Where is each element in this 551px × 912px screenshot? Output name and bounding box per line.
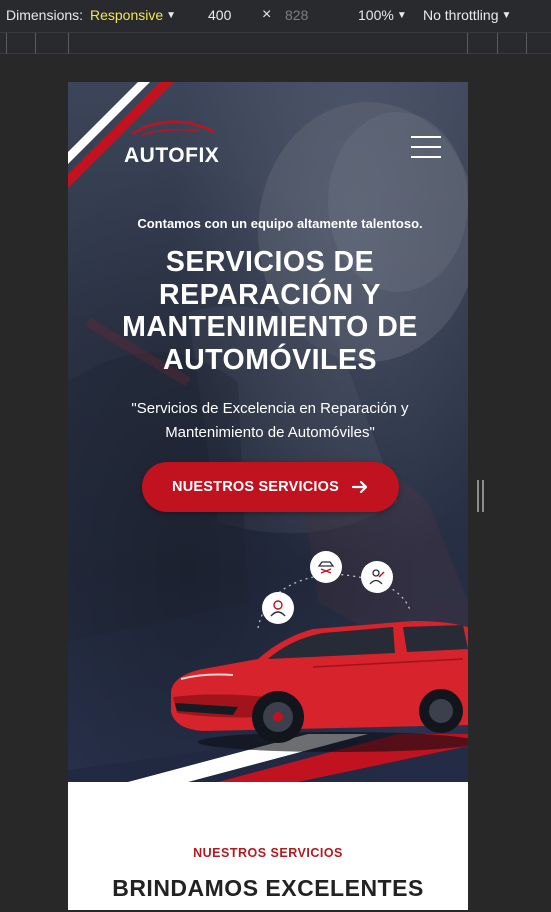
site-logo[interactable]: AUTOFIX — [122, 118, 232, 167]
height-input[interactable]: 828 — [285, 7, 308, 23]
hero-title: SERVICIOS DE REPARACIÓN Y MANTENIMIENTO … — [88, 246, 452, 376]
hero-subtitle: "Servicios de Excelencia en Reparación y… — [88, 397, 452, 445]
hero-title-line: MANTENIMIENTO DE — [122, 311, 418, 343]
red-suv-image — [171, 621, 468, 752]
services-eyebrow: NUESTROS SERVICIOS — [193, 846, 343, 860]
hero-section: AUTOFIX Contamos con un equipo altamente… — [68, 82, 468, 782]
services-section: NUESTROS SERVICIOS BRINDAMOS EXCELENTES — [68, 782, 468, 910]
media-query-ruler[interactable] — [0, 32, 551, 54]
viewport-resize-handle[interactable] — [477, 480, 484, 512]
hero-subtitle-line: Mantenimiento de Automóviles" — [165, 424, 375, 441]
devtools-device-toolbar: Dimensions: Responsive ▼ 400 × 828 100% ▼ … — [0, 0, 551, 32]
dimensions-value: Responsive — [90, 7, 164, 23]
dimensions-dropdown[interactable]: Responsive ▼ — [90, 7, 176, 23]
services-title: BRINDAMOS EXCELENTES — [112, 875, 424, 901]
throttling-dropdown[interactable]: No throttling ▼ — [423, 7, 511, 23]
hamburger-menu-icon[interactable] — [411, 136, 441, 158]
ruler-tick — [6, 33, 7, 54]
ruler-tick — [467, 33, 468, 54]
zoom-value: 100% — [358, 7, 394, 23]
hero-subtitle-line: "Servicios de Excelencia en Reparación y — [131, 400, 409, 417]
throttling-value: No throttling — [423, 7, 499, 23]
ruler-tick — [68, 33, 69, 54]
ruler-tick — [526, 33, 527, 54]
caret-down-icon: ▼ — [396, 10, 407, 21]
caret-down-icon: ▼ — [501, 10, 512, 21]
services-cta-button[interactable]: NUESTROS SERVICIOS — [142, 462, 399, 512]
page-viewport: AUTOFIX Contamos con un equipo altamente… — [68, 82, 468, 910]
technician-icon — [361, 561, 393, 593]
car-lift-icon — [310, 551, 342, 583]
caret-down-icon: ▼ — [166, 10, 177, 21]
ruler-tick — [35, 33, 36, 54]
width-input[interactable]: 400 — [208, 7, 231, 23]
car-swoosh-icon — [131, 120, 215, 136]
hero-title-line: SERVICIOS DE — [165, 246, 375, 278]
logo-text: AUTOFIX — [124, 144, 220, 167]
zoom-dropdown[interactable]: 100% ▼ — [358, 7, 407, 23]
hero-title-line: AUTOMÓVILES — [163, 343, 377, 376]
times-icon: × — [262, 6, 272, 23]
hero-title-line: REPARACIÓN Y — [159, 278, 381, 311]
arrow-right-icon — [351, 480, 368, 494]
ruler-tick — [497, 33, 498, 54]
dimensions-label: Dimensions: — [6, 7, 84, 23]
hero-tagline: Contamos con un equipo altamente talento… — [137, 216, 423, 231]
cta-label: NUESTROS SERVICIOS — [172, 479, 339, 495]
